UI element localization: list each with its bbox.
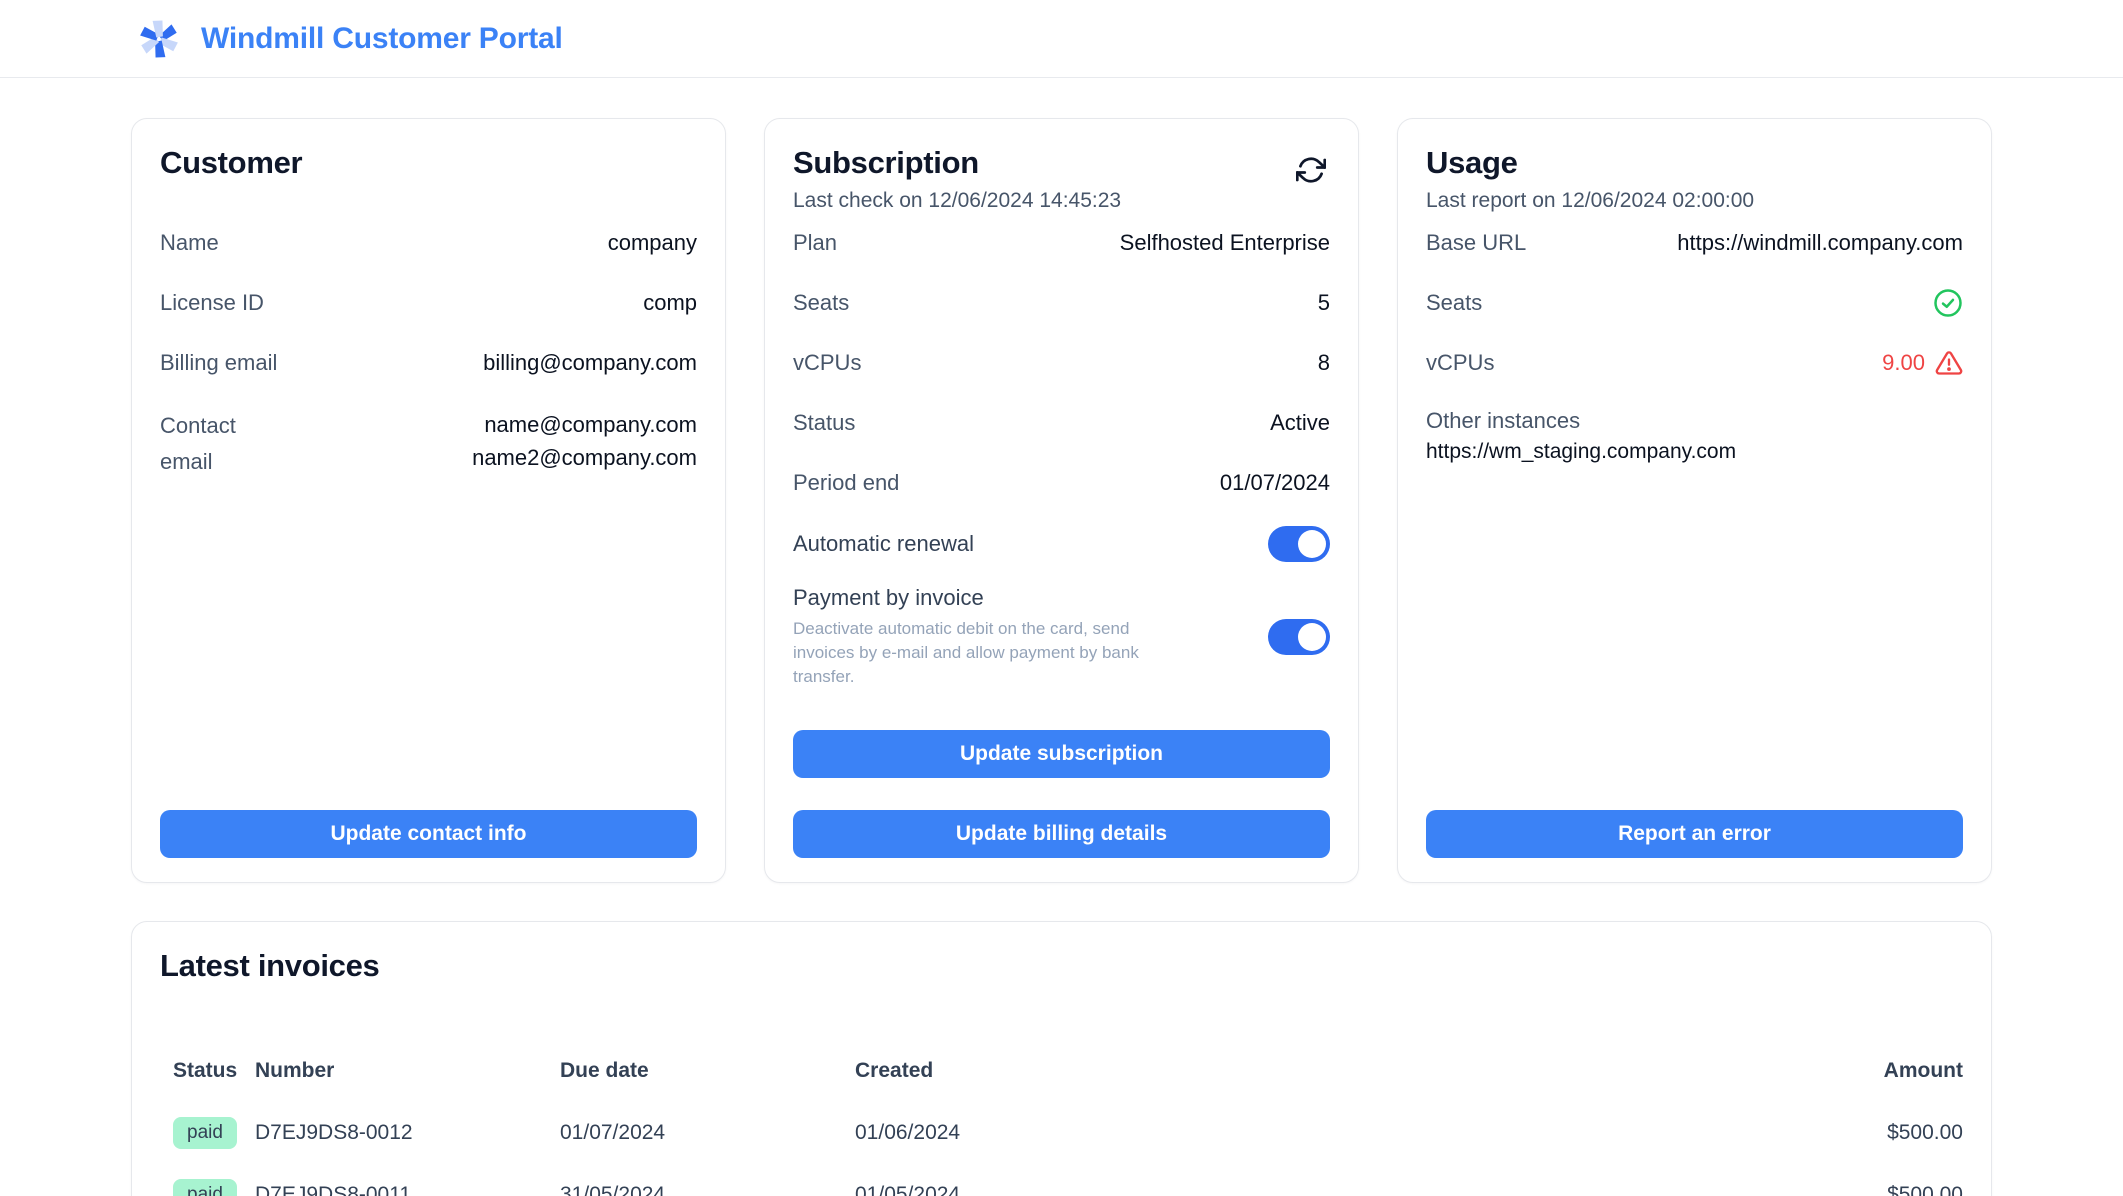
- base-url-row: Base URL https://windmill.company.com: [1426, 213, 1963, 273]
- plan-row: Plan Selfhosted Enterprise: [793, 213, 1330, 273]
- usage-vcpus-row: vCPUs 9.00: [1426, 333, 1963, 393]
- invoices-table-header: Status Number Due date Created Amount: [160, 1040, 1963, 1102]
- column-amount: Amount: [1743, 1059, 1963, 1083]
- name-value: company: [608, 230, 697, 256]
- invoice-number: D7EJ9DS8-0011: [255, 1183, 560, 1196]
- invoice-due-date: 01/07/2024: [560, 1121, 855, 1145]
- plan-label: Plan: [793, 230, 837, 256]
- app-title: Windmill Customer Portal: [201, 22, 563, 56]
- latest-invoices-title: Latest invoices: [160, 948, 1963, 984]
- top-navigation-bar: Windmill Customer Portal: [0, 0, 2123, 78]
- column-created: Created: [855, 1059, 1743, 1083]
- seats-label: Seats: [793, 290, 849, 316]
- other-instances-label: Other instances: [1426, 393, 1963, 440]
- update-billing-details-button[interactable]: Update billing details: [793, 810, 1330, 858]
- update-contact-info-button[interactable]: Update contact info: [160, 810, 697, 858]
- main-content: Customer Name company License ID comp Bi…: [0, 78, 2123, 1196]
- other-instances-section: Other instances https://wm_staging.compa…: [1426, 393, 1963, 474]
- billing-email-row: Billing email billing@company.com: [160, 333, 697, 393]
- period-end-label: Period end: [793, 470, 899, 496]
- status-label: Status: [793, 410, 855, 436]
- payment-by-invoice-label: Payment by invoice: [793, 585, 1193, 611]
- automatic-renewal-toggle[interactable]: [1268, 526, 1330, 562]
- status-value: Active: [1270, 410, 1330, 436]
- license-id-value: comp: [643, 290, 697, 316]
- vcpus-value: 8: [1318, 350, 1330, 376]
- billing-email-label: Billing email: [160, 350, 277, 376]
- usage-card: Usage Last report on 12/06/2024 02:00:00…: [1397, 118, 1992, 883]
- automatic-renewal-label: Automatic renewal: [793, 531, 974, 557]
- billing-email-value: billing@company.com: [483, 350, 697, 376]
- windmill-logo: [133, 14, 185, 64]
- invoice-amount: $500.00: [1743, 1121, 1963, 1145]
- customer-card-title: Customer: [160, 145, 302, 181]
- contact-email-label: Contact email: [160, 408, 280, 480]
- invoice-row: paid D7EJ9DS8-0012 01/07/2024 01/06/2024…: [160, 1102, 1963, 1164]
- warning-triangle-icon: [1935, 349, 1963, 377]
- subscription-last-check: Last check on 12/06/2024 14:45:23: [793, 189, 1121, 213]
- update-subscription-button[interactable]: Update subscription: [793, 730, 1330, 778]
- invoice-created: 01/05/2024: [855, 1183, 1743, 1196]
- payment-by-invoice-row: Payment by invoice Deactivate automatic …: [793, 575, 1330, 698]
- payment-by-invoice-description: Deactivate automatic debit on the card, …: [793, 617, 1193, 688]
- customer-card: Customer Name company License ID comp Bi…: [131, 118, 726, 883]
- invoice-amount: $500.00: [1743, 1183, 1963, 1196]
- vcpus-row: vCPUs 8: [793, 333, 1330, 393]
- contact-email-values: name@company.com name2@company.com: [472, 408, 697, 474]
- report-an-error-button[interactable]: Report an error: [1426, 810, 1963, 858]
- invoice-number: D7EJ9DS8-0012: [255, 1121, 560, 1145]
- subscription-card: Subscription Last check on 12/06/2024 14…: [764, 118, 1359, 883]
- other-instance-url: https://wm_staging.company.com: [1426, 440, 1963, 474]
- column-number: Number: [255, 1059, 560, 1083]
- invoice-row: paid D7EJ9DS8-0011 31/05/2024 01/05/2024…: [160, 1164, 1963, 1196]
- plan-value: Selfhosted Enterprise: [1120, 230, 1330, 256]
- automatic-renewal-row: Automatic renewal: [793, 513, 1330, 575]
- name-label: Name: [160, 230, 219, 256]
- base-url-value: https://windmill.company.com: [1677, 230, 1963, 256]
- customer-name-row: Name company: [160, 213, 697, 273]
- refresh-icon[interactable]: [1292, 151, 1330, 189]
- column-due-date: Due date: [560, 1059, 855, 1083]
- base-url-label: Base URL: [1426, 230, 1526, 256]
- invoice-created: 01/06/2024: [855, 1121, 1743, 1145]
- contact-email-2: name2@company.com: [472, 445, 697, 470]
- payment-by-invoice-toggle[interactable]: [1268, 619, 1330, 655]
- contact-email-row: Contact email name@company.com name2@com…: [160, 393, 697, 495]
- usage-seats-status: [1933, 288, 1963, 318]
- status-badge: paid: [173, 1117, 237, 1150]
- check-circle-icon: [1933, 288, 1963, 318]
- usage-vcpus-status: 9.00: [1882, 349, 1963, 377]
- license-id-label: License ID: [160, 290, 264, 316]
- status-row: Status Active: [793, 393, 1330, 453]
- license-id-row: License ID comp: [160, 273, 697, 333]
- invoice-due-date: 31/05/2024: [560, 1183, 855, 1196]
- period-end-value: 01/07/2024: [1220, 470, 1330, 496]
- status-badge: paid: [173, 1179, 237, 1196]
- seats-row: Seats 5: [793, 273, 1330, 333]
- latest-invoices-card: Latest invoices Status Number Due date C…: [131, 921, 1992, 1196]
- contact-email-1: name@company.com: [484, 412, 697, 437]
- period-end-row: Period end 01/07/2024: [793, 453, 1330, 513]
- usage-last-report: Last report on 12/06/2024 02:00:00: [1426, 189, 1754, 213]
- usage-seats-label: Seats: [1426, 290, 1482, 316]
- subscription-card-title: Subscription: [793, 145, 1121, 181]
- usage-vcpus-value: 9.00: [1882, 350, 1925, 376]
- usage-vcpus-label: vCPUs: [1426, 350, 1494, 376]
- seats-value: 5: [1318, 290, 1330, 316]
- vcpus-label: vCPUs: [793, 350, 861, 376]
- column-status: Status: [160, 1059, 255, 1083]
- usage-seats-row: Seats: [1426, 273, 1963, 333]
- invoices-table: Status Number Due date Created Amount pa…: [160, 1040, 1963, 1196]
- usage-card-title: Usage: [1426, 145, 1754, 181]
